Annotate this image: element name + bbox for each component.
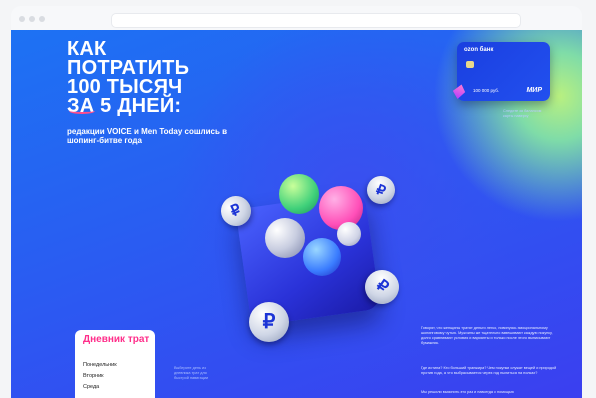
address-bar[interactable] bbox=[111, 13, 521, 28]
blue-sphere-illustration bbox=[303, 238, 341, 276]
spending-diary-nav: Дневник трат Понедельник Вторник Среда bbox=[75, 330, 155, 398]
page-title: КАК ПОТРАТИТЬ 100 ТЫСЯЧ ЗА 5 ДНЕЙ: bbox=[67, 39, 257, 117]
window-maximize-dot-icon[interactable] bbox=[39, 16, 45, 22]
diary-item-tuesday[interactable]: Вторник bbox=[83, 373, 104, 379]
diary-title: Дневник трат bbox=[83, 334, 150, 345]
browser-toolbar bbox=[11, 6, 582, 30]
green-sphere-illustration bbox=[279, 174, 319, 214]
ruble-coin-icon: ₽ bbox=[249, 302, 289, 342]
ruble-coin-icon: ₽ bbox=[363, 172, 399, 208]
card-note: Следите за балансом карты наверху bbox=[503, 109, 542, 118]
hero-illustration: ₽ ₽ ₽ ₽ bbox=[216, 158, 421, 358]
silver-sphere-illustration bbox=[265, 218, 305, 258]
page-subtitle: редакции VOICE и Men Today сошлись в шоп… bbox=[67, 127, 228, 145]
window-minimize-dot-icon[interactable] bbox=[29, 16, 35, 22]
diary-item-wednesday[interactable]: Среда bbox=[83, 384, 99, 390]
chip-icon bbox=[466, 61, 474, 68]
bank-name: ozon банк bbox=[464, 47, 494, 53]
diary-item-monday[interactable]: Понедельник bbox=[83, 362, 117, 368]
article-paragraph: Где истина? Кто больший транжира? Чем по… bbox=[421, 366, 557, 375]
article-paragraph: Мы решили выяснить это раз и навсегда с … bbox=[421, 390, 514, 394]
window-close-dot-icon[interactable] bbox=[19, 16, 25, 22]
article-paragraph: Говорят, что женщины тратят деньги легко… bbox=[421, 326, 553, 345]
small-silver-sphere-illustration bbox=[337, 222, 361, 246]
title-line: ЗА 5 ДНЕЙ: bbox=[67, 95, 182, 117]
browser-window: КАК ПОТРАТИТЬ 100 ТЫСЯЧ ЗА 5 ДНЕЙ: редак… bbox=[0, 0, 596, 398]
card-balance: 100 000 руб. bbox=[473, 88, 500, 93]
bank-card: ozon банк 100 000 руб. МИР bbox=[457, 42, 550, 101]
article-page: КАК ПОТРАТИТЬ 100 ТЫСЯЧ ЗА 5 ДНЕЙ: редак… bbox=[11, 30, 582, 398]
payment-system-logo: МИР bbox=[526, 87, 542, 94]
title-underline-decoration bbox=[69, 108, 95, 114]
diary-hint: Выберите день из дневника трат для быстр… bbox=[174, 366, 209, 380]
